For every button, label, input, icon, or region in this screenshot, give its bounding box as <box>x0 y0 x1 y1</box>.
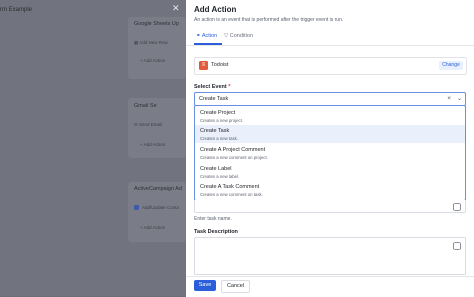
option-description: Creates a new task. <box>200 135 238 141</box>
option-title: Create Label <box>200 166 232 172</box>
add-action-link[interactable]: + Add Action <box>140 225 165 230</box>
filter-icon: ▽ <box>224 33 229 39</box>
option-description: Creates a new label. <box>200 173 240 179</box>
option-title: Create Task <box>200 128 230 134</box>
checkbox-icon <box>134 205 139 210</box>
sheet-icon: ▦ <box>134 40 139 45</box>
event-option[interactable]: Create A Task Comment Creates a new comm… <box>195 181 465 199</box>
app-name: Todoist <box>211 62 229 68</box>
event-option[interactable]: Create Project Creates a new project. <box>195 107 465 125</box>
select-event-dropdown[interactable]: Create Task × ⌄ <box>194 92 466 106</box>
card-item: ✉ Send Email <box>134 122 163 127</box>
panel-footer: Save Cancel <box>186 276 474 297</box>
action-icon: ⚭ <box>196 33 201 39</box>
change-app-button[interactable]: Change <box>439 61 463 70</box>
card-item: Add/Update Conta <box>142 205 180 210</box>
event-option-selected[interactable]: Create Task Creates a new task. <box>195 125 465 143</box>
chevron-down-icon[interactable]: ⌄ <box>457 95 462 102</box>
card-title-gmail: Gmail Se <box>134 103 157 109</box>
add-action-link[interactable]: + Add Action <box>140 58 165 63</box>
todoist-logo-icon: ≡ <box>199 61 208 70</box>
background-workflow-editor: rm Example ✕ Google Sheets Up ▦ Add New … <box>0 0 186 296</box>
workflow-title: rm Example <box>0 7 33 13</box>
card-item: ▦ Add New Row <box>134 40 168 45</box>
database-icon[interactable] <box>453 242 461 250</box>
database-icon[interactable] <box>453 203 461 211</box>
tab-bar: ⚭ Action ▽ Condition <box>186 29 474 46</box>
option-title: Create A Task Comment <box>200 184 260 190</box>
option-title: Create A Project Comment <box>200 147 266 153</box>
active-tab-indicator <box>194 43 222 45</box>
task-description-input[interactable] <box>194 237 466 275</box>
close-icon[interactable]: ✕ <box>172 3 180 14</box>
task-name-input[interactable] <box>194 200 466 213</box>
task-name-hint: Enter task name. <box>194 216 232 222</box>
add-action-panel: Add Action An action is an event that is… <box>186 0 474 297</box>
panel-subtitle: An action is an event that is performed … <box>194 17 344 23</box>
option-description: Creates a new comment on project. <box>200 154 268 160</box>
option-description: Creates a new comment on task. <box>200 191 263 197</box>
option-description: Creates a new project. <box>200 117 243 123</box>
selected-app-row: ≡ Todoist Change <box>194 57 467 75</box>
card-title-activecampaign: ActiveCampaign Ad <box>134 186 183 192</box>
task-description-label: Task Description <box>194 229 238 235</box>
clear-icon[interactable]: × <box>447 95 451 102</box>
save-button[interactable]: Save <box>194 280 216 291</box>
option-title: Create Project <box>200 110 236 116</box>
event-option[interactable]: Create Label Creates a new label. <box>195 163 465 181</box>
mail-icon: ✉ <box>134 122 138 127</box>
select-event-value[interactable]: Create Task <box>199 96 228 102</box>
event-option[interactable]: Create A Project Comment Creates a new c… <box>195 144 465 162</box>
add-action-link[interactable]: + Add Action <box>140 142 165 147</box>
tab-action[interactable]: ⚭ Action <box>196 33 217 39</box>
panel-title: Add Action <box>194 5 237 14</box>
tab-condition[interactable]: ▽ Condition <box>224 33 253 39</box>
event-options-list: Create Project Creates a new project. Cr… <box>194 105 466 201</box>
card-title-google-sheets: Google Sheets Up <box>134 21 179 27</box>
cancel-button[interactable]: Cancel <box>221 280 250 293</box>
select-event-label: Select Event * <box>194 84 231 90</box>
